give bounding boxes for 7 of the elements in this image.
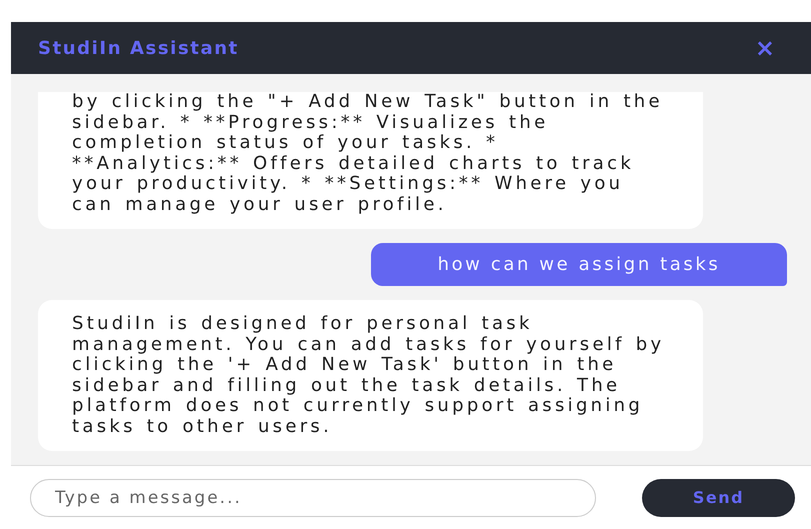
assistant-message: by clicking the "+ Add New Task" button in the sidebar. * **Progress:** Visualizes the completion status of your tasks. * **Analytics:** Offers detailed charts to track your productivity. * **Settings:** Where you can manage your user profile.	[38, 92, 703, 229]
message-input[interactable]: Type a message...	[30, 478, 596, 516]
close-button[interactable]: ×	[754, 36, 775, 60]
chat-title: StudiIn Assistant	[38, 36, 239, 60]
send-button[interactable]: Send	[642, 478, 795, 516]
user-message: how can we assign tasks	[371, 243, 787, 286]
assistant-message: StudiIn is designed for personal task management. You can add tasks for yourself by clicking the '+ Add New Task' button in the sidebar and filling out the task details. The platform does not currently support assigning tasks to other users.	[38, 300, 703, 451]
